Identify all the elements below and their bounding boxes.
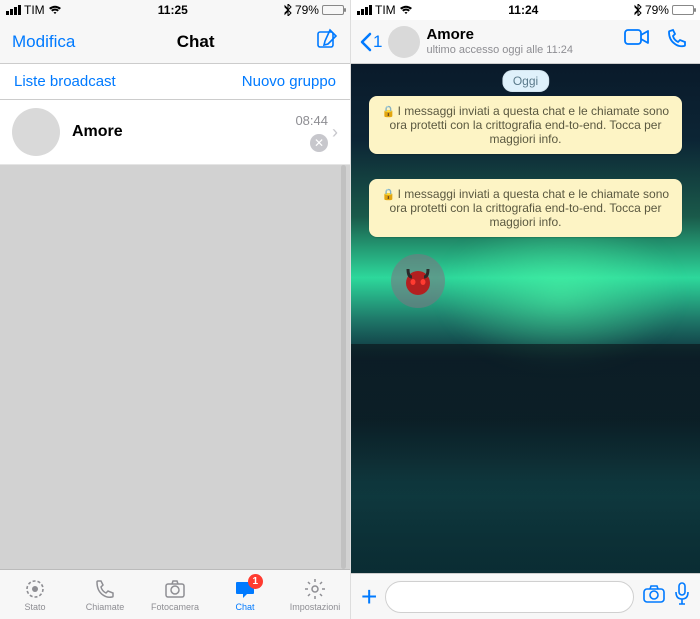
broadcast-lists-button[interactable]: Liste broadcast bbox=[14, 73, 116, 90]
chevron-left-icon bbox=[359, 32, 373, 52]
chat-list-subheader: Liste broadcast Nuovo gruppo bbox=[0, 64, 350, 100]
carrier-label: TIM bbox=[24, 3, 45, 17]
status-bar: TIM 11:24 79% bbox=[351, 0, 700, 20]
battery-pct: 79% bbox=[295, 3, 319, 17]
tab-label: Impostazioni bbox=[290, 602, 341, 612]
chat-list-screen: TIM 11:25 79% Modifica Chat Liste broadc… bbox=[0, 0, 350, 619]
signal-icon bbox=[6, 5, 21, 15]
tab-settings[interactable]: Impostazioni bbox=[280, 570, 350, 619]
signal-icon bbox=[357, 5, 372, 15]
encryption-notice[interactable]: 🔒I messaggi inviati a questa chat e le c… bbox=[369, 96, 682, 154]
tab-label: Stato bbox=[24, 602, 45, 612]
status-time: 11:25 bbox=[158, 3, 188, 17]
date-pill: Oggi bbox=[502, 70, 549, 92]
chat-list-header: Modifica Chat bbox=[0, 20, 350, 64]
tab-calls[interactable]: Chiamate bbox=[70, 570, 140, 619]
avatar bbox=[12, 108, 60, 156]
chat-meta: Amore bbox=[72, 123, 295, 141]
last-seen: ultimo accesso oggi alle 11:24 bbox=[426, 44, 618, 56]
conversation-header: 1 Amore ultimo accesso oggi alle 11:24 bbox=[351, 20, 700, 64]
voice-call-button[interactable] bbox=[666, 28, 688, 55]
status-time: 11:24 bbox=[508, 3, 538, 17]
message-input[interactable] bbox=[385, 581, 634, 613]
chevron-right-icon: › bbox=[332, 122, 338, 143]
conversation-body[interactable]: Oggi 🔒I messaggi inviati a questa chat e… bbox=[351, 64, 700, 573]
battery-icon bbox=[322, 5, 344, 15]
tab-camera[interactable]: Fotocamera bbox=[140, 570, 210, 619]
status-bar: TIM 11:25 79% bbox=[0, 0, 350, 20]
edit-button[interactable]: Modifica bbox=[12, 32, 75, 52]
phone-icon bbox=[93, 577, 117, 601]
battery-icon bbox=[672, 5, 694, 15]
watermark-icon bbox=[391, 254, 445, 308]
bluetooth-icon bbox=[634, 4, 642, 16]
status-left: TIM bbox=[6, 3, 62, 17]
conversation-title[interactable]: Amore ultimo accesso oggi alle 11:24 bbox=[426, 27, 618, 56]
status-right: 79% bbox=[634, 3, 694, 17]
unread-badge: 1 bbox=[248, 574, 263, 589]
new-group-button[interactable]: Nuovo gruppo bbox=[242, 73, 336, 90]
avatar[interactable] bbox=[388, 26, 420, 58]
lock-icon: 🔒 bbox=[382, 189, 396, 201]
camera-button[interactable] bbox=[642, 584, 666, 609]
close-badge-icon: ✕ bbox=[310, 134, 328, 152]
status-right: 79% bbox=[284, 3, 344, 17]
attach-button[interactable]: + bbox=[361, 581, 377, 613]
tab-bar: Stato Chiamate Fotocamera 1 Chat Imposta… bbox=[0, 569, 350, 619]
chat-list-empty-area bbox=[0, 165, 350, 569]
system-text: I messaggi inviati a questa chat e le ch… bbox=[390, 104, 670, 146]
compose-icon bbox=[316, 28, 338, 50]
video-icon bbox=[624, 28, 650, 46]
system-text: I messaggi inviati a questa chat e le ch… bbox=[390, 187, 670, 229]
tab-label: Chat bbox=[235, 602, 254, 612]
tab-label: Fotocamera bbox=[151, 602, 199, 612]
chat-time: 08:44 bbox=[295, 113, 328, 128]
mic-button[interactable] bbox=[674, 582, 690, 611]
tab-label: Chiamate bbox=[86, 602, 125, 612]
encryption-notice[interactable]: 🔒I messaggi inviati a questa chat e le c… bbox=[369, 179, 682, 237]
status-icon bbox=[23, 577, 47, 601]
video-call-button[interactable] bbox=[624, 28, 650, 55]
wifi-icon bbox=[48, 5, 62, 15]
status-left: TIM bbox=[357, 3, 413, 17]
tab-status[interactable]: Stato bbox=[0, 570, 70, 619]
chat-row[interactable]: Amore 08:44 ✕ › bbox=[0, 100, 350, 165]
battery-pct: 79% bbox=[645, 3, 669, 17]
contact-name: Amore bbox=[426, 27, 618, 44]
lock-icon: 🔒 bbox=[382, 106, 396, 118]
wifi-icon bbox=[399, 5, 413, 15]
message-input-bar: + bbox=[351, 573, 700, 619]
camera-icon bbox=[163, 577, 187, 601]
phone-icon bbox=[666, 28, 688, 50]
camera-icon bbox=[642, 584, 666, 604]
chat-name: Amore bbox=[72, 123, 295, 141]
tab-chat[interactable]: 1 Chat bbox=[210, 570, 280, 619]
header-title: Chat bbox=[177, 32, 215, 52]
conversation-screen: TIM 11:24 79% 1 Amore ultimo accesso ogg… bbox=[350, 0, 700, 619]
back-count: 1 bbox=[373, 32, 382, 52]
compose-button[interactable] bbox=[316, 28, 338, 55]
mic-icon bbox=[674, 582, 690, 606]
gear-icon bbox=[303, 577, 327, 601]
bluetooth-icon bbox=[284, 4, 292, 16]
back-button[interactable]: 1 bbox=[359, 32, 382, 52]
carrier-label: TIM bbox=[375, 3, 396, 17]
